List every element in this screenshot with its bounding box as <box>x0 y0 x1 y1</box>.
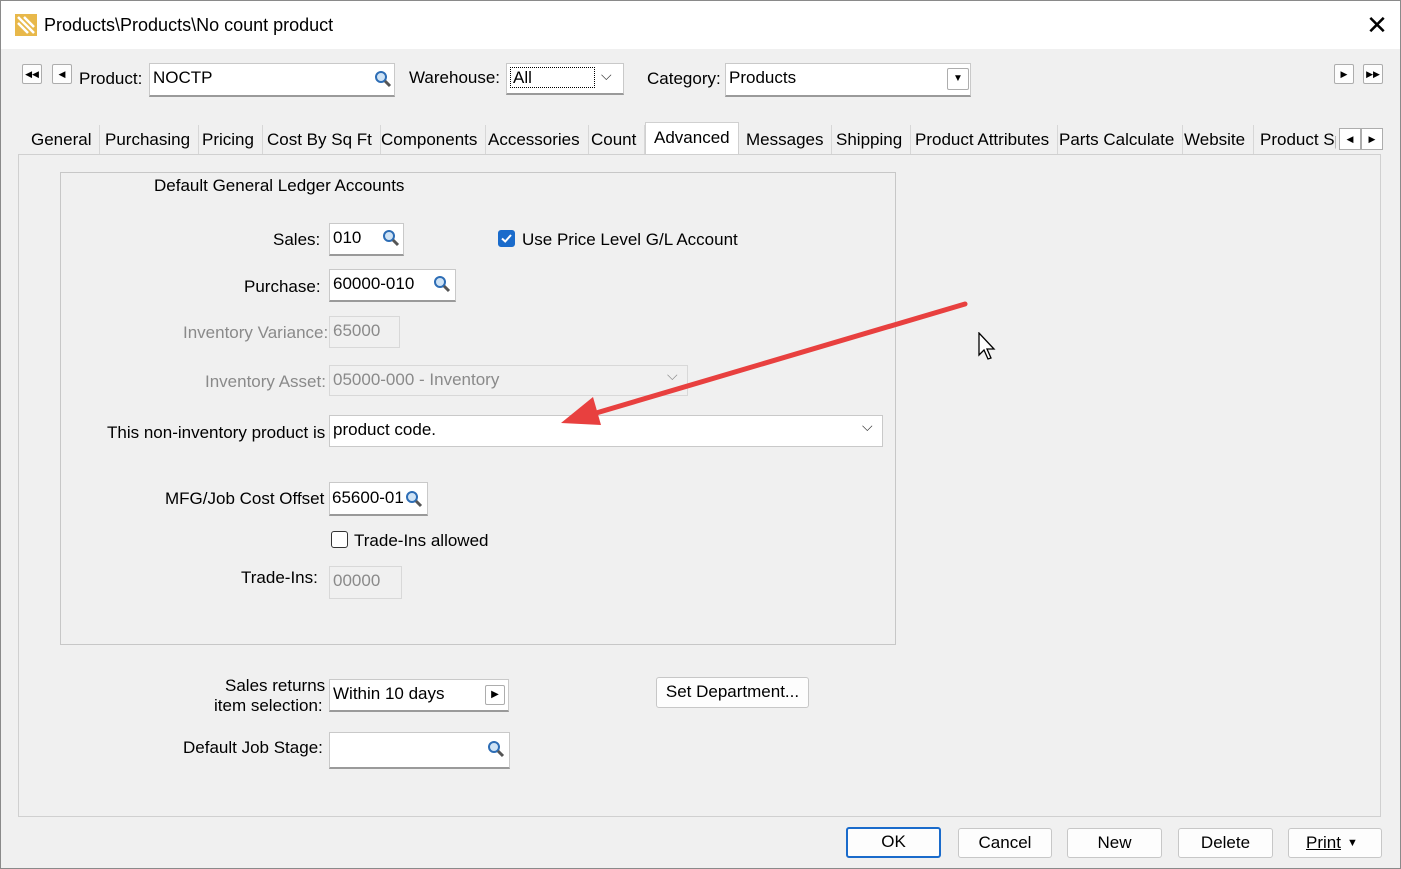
tab-cost-by-sq-ft[interactable]: Cost By Sq Ft <box>259 125 381 154</box>
use-price-level-checkbox[interactable] <box>498 230 515 247</box>
chevron-down-icon[interactable]: ⌵ <box>601 67 612 84</box>
mfg-job-cost-label: MFG/Job Cost Offset <box>165 489 325 508</box>
tab-product-attributes[interactable]: Product Attributes <box>907 125 1059 154</box>
warehouse-value: All <box>510 67 595 88</box>
print-label: Print <box>1306 833 1341 852</box>
product-label: Product: <box>79 69 143 88</box>
tab-purchasing[interactable]: Purchasing <box>97 125 200 154</box>
use-price-level-label: Use Price Level G/L Account <box>522 230 738 249</box>
warehouse-label: Warehouse: <box>409 68 501 87</box>
magnifier-icon[interactable] <box>374 70 392 88</box>
inventory-variance-input: 65000 <box>329 316 400 348</box>
category-select[interactable]: Products <box>725 63 971 97</box>
default-job-stage-label: Default Job Stage: <box>183 738 323 757</box>
first-record-icon[interactable]: ◀◀ <box>22 64 42 84</box>
prev-record-icon[interactable]: ◀ <box>52 64 72 84</box>
trade-ins-input: 00000 <box>329 566 402 599</box>
app-icon <box>15 14 37 36</box>
tab-count[interactable]: Count <box>583 125 646 154</box>
tab-product-sp[interactable]: Product Sp <box>1252 125 1336 154</box>
tab-website[interactable]: Website <box>1176 125 1255 154</box>
close-icon[interactable]: ✕ <box>1361 9 1393 41</box>
tab-components[interactable]: Components <box>373 125 487 154</box>
last-record-icon[interactable]: ▶▶ <box>1363 64 1383 84</box>
next-record-icon[interactable]: ▶ <box>1334 64 1354 84</box>
gl-group-title: Default General Ledger Accounts <box>154 176 405 195</box>
title-bar: Products\Products\No count product ✕ <box>1 1 1400 49</box>
trade-ins-label: Trade-Ins: <box>241 568 318 587</box>
item-selection-label: item selection: <box>214 696 323 715</box>
tab-shipping[interactable]: Shipping <box>828 125 912 154</box>
category-label: Category: <box>647 69 721 88</box>
inventory-variance-label: Inventory Variance: <box>183 323 329 342</box>
tab-parts-calculate[interactable]: Parts Calculate <box>1051 125 1184 154</box>
new-button[interactable]: New <box>1067 828 1162 858</box>
tab-messages[interactable]: Messages <box>738 125 833 154</box>
product-input[interactable]: NOCTP <box>149 63 395 97</box>
magnifier-icon[interactable] <box>405 490 423 508</box>
annotation-arrow <box>561 301 968 425</box>
magnifier-icon[interactable] <box>433 275 451 293</box>
trade-ins-allowed-checkbox[interactable] <box>331 531 348 548</box>
product-window: Products\Products\No count product ✕ ◀◀ … <box>0 0 1401 869</box>
mouse-cursor-icon <box>978 332 996 360</box>
window-title: Products\Products\No count product <box>44 15 334 35</box>
tab-scroll-left-icon[interactable]: ◀ <box>1339 128 1361 150</box>
print-button[interactable]: Print ▼ <box>1288 828 1382 858</box>
ok-button[interactable]: OK <box>846 827 941 858</box>
tab-advanced[interactable]: Advanced <box>645 122 739 155</box>
set-department-button[interactable]: Set Department... <box>656 677 809 708</box>
tab-scroll-right-icon[interactable]: ▶ <box>1361 128 1383 150</box>
tab-pricing[interactable]: Pricing <box>194 125 263 154</box>
magnifier-icon[interactable] <box>382 229 400 247</box>
trade-ins-allowed-label: Trade-Ins allowed <box>354 531 489 550</box>
inventory-asset-label: Inventory Asset: <box>205 372 326 391</box>
tab-general[interactable]: General <box>23 125 101 154</box>
sales-label: Sales: <box>273 230 321 249</box>
chevron-down-icon[interactable]: ▼ <box>947 68 969 90</box>
tab-accessories[interactable]: Accessories <box>480 125 589 154</box>
purchase-label: Purchase: <box>244 277 321 296</box>
sales-returns-label: Sales returns <box>225 676 326 695</box>
play-arrow-icon[interactable]: ▶ <box>485 685 505 705</box>
delete-button[interactable]: Delete <box>1178 828 1273 858</box>
non-inventory-label: This non-inventory product is a <box>107 423 340 442</box>
caret-down-icon: ▼ <box>1347 837 1358 849</box>
default-job-stage-input[interactable] <box>329 732 510 769</box>
checkmark-icon <box>501 234 512 243</box>
magnifier-icon[interactable] <box>487 740 505 758</box>
sales-returns-input[interactable]: Within 10 days <box>329 679 509 712</box>
cancel-button[interactable]: Cancel <box>958 828 1052 858</box>
